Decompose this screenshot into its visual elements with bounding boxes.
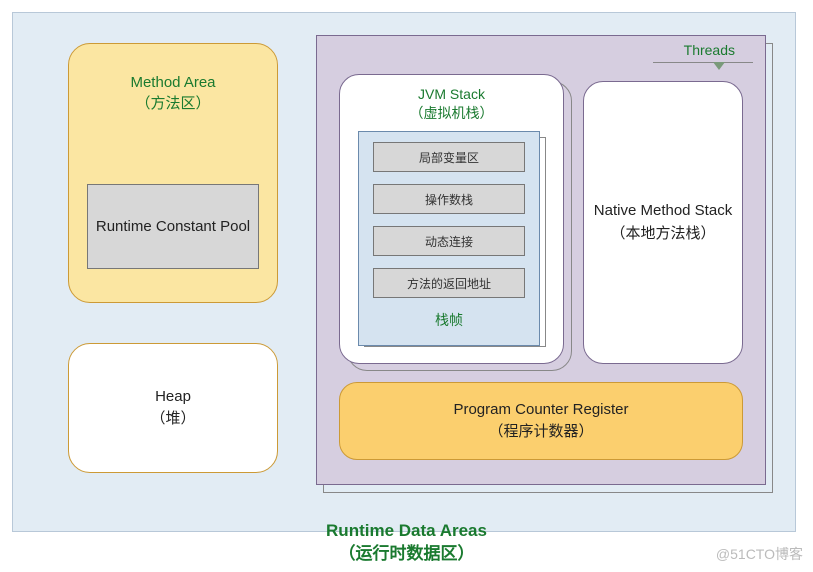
jvm-stack-title-en: JVM Stack bbox=[340, 85, 563, 104]
runtime-constant-pool-label: Runtime Constant Pool bbox=[96, 216, 250, 237]
threads-label: Threads bbox=[684, 42, 735, 58]
method-area-box: Method Area （方法区） Runtime Constant Pool bbox=[68, 43, 278, 303]
watermark: @51CTO博客 bbox=[716, 544, 803, 564]
pcr-title-zh: （程序计数器） bbox=[453, 421, 628, 444]
jvm-stack-box: JVM Stack （虚拟机栈） 局部变量区 操作数栈 动态连接 方法的返回地址… bbox=[339, 74, 564, 364]
frame-item: 局部变量区 bbox=[373, 142, 525, 172]
runtime-constant-pool-box: Runtime Constant Pool bbox=[87, 184, 259, 269]
heap-box: Heap （堆） bbox=[68, 343, 278, 473]
jvm-stack-title: JVM Stack （虚拟机栈） bbox=[340, 85, 563, 123]
stack-frame-label: 栈帧 bbox=[373, 310, 525, 330]
diagram-title-zh: （运行时数据区） bbox=[0, 543, 813, 566]
heap-title-en: Heap bbox=[150, 386, 195, 409]
runtime-data-areas-container: Method Area （方法区） Runtime Constant Pool … bbox=[12, 12, 796, 532]
method-area-title-en: Method Area bbox=[69, 72, 277, 93]
frame-item: 动态连接 bbox=[373, 226, 525, 256]
threads-box: Threads JVM Stack （虚拟机栈） 局部变量区 操作数栈 动态连接… bbox=[316, 35, 766, 485]
method-area-title-zh: （方法区） bbox=[69, 93, 277, 114]
frame-item-label: 操作数栈 bbox=[425, 191, 473, 208]
method-area-title: Method Area （方法区） bbox=[69, 72, 277, 114]
diagram-title: Runtime Data Areas （运行时数据区） bbox=[0, 520, 813, 566]
diagram-title-en: Runtime Data Areas bbox=[0, 520, 813, 543]
native-stack-title-en: Native Method Stack bbox=[594, 200, 732, 223]
frame-item-label: 方法的返回地址 bbox=[407, 275, 491, 292]
frame-item-label: 局部变量区 bbox=[419, 149, 479, 166]
threads-divider bbox=[653, 62, 753, 63]
jvm-stack-title-zh: （虚拟机栈） bbox=[340, 104, 563, 123]
pcr-title-en: Program Counter Register bbox=[453, 399, 628, 422]
native-method-stack-box: Native Method Stack （本地方法栈） bbox=[583, 81, 743, 364]
chevron-down-icon bbox=[713, 62, 725, 70]
heap-title-zh: （堆） bbox=[150, 408, 195, 431]
frame-item: 方法的返回地址 bbox=[373, 268, 525, 298]
stack-frame-box: 局部变量区 操作数栈 动态连接 方法的返回地址 栈帧 bbox=[358, 131, 540, 346]
program-counter-register-box: Program Counter Register （程序计数器） bbox=[339, 382, 743, 460]
frame-item: 操作数栈 bbox=[373, 184, 525, 214]
native-stack-title-zh: （本地方法栈） bbox=[594, 223, 732, 246]
frame-item-label: 动态连接 bbox=[425, 233, 473, 250]
